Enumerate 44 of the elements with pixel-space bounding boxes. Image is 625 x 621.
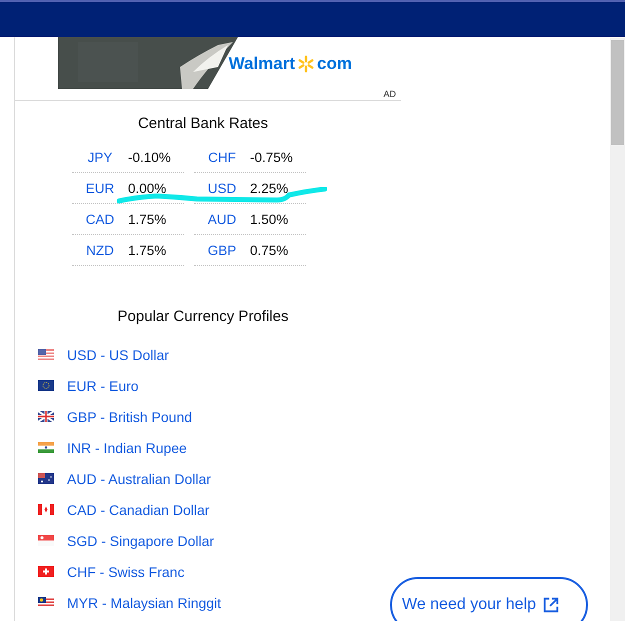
- currency-link[interactable]: CHF: [194, 150, 250, 164]
- currency-link[interactable]: NZD: [72, 242, 128, 258]
- ad-brand: Walmart: [228, 54, 296, 74]
- currency-profile-link[interactable]: SGD - Singapore Dollar: [67, 532, 214, 548]
- ad-banner[interactable]: Walmart com: [58, 37, 356, 89]
- scrollbar[interactable]: [610, 37, 625, 621]
- currency-link[interactable]: USD: [194, 180, 250, 196]
- currency-link[interactable]: CAD: [72, 212, 128, 226]
- rate-value: -0.75%: [250, 150, 293, 164]
- currency-profile-link[interactable]: INR - Indian Rupee: [67, 440, 187, 456]
- currency-profile-link[interactable]: USD - US Dollar: [67, 346, 169, 362]
- flag-icon: [38, 566, 54, 577]
- flag-icon: [38, 473, 54, 484]
- currency-link[interactable]: JPY: [72, 150, 128, 164]
- rate-value: 0.00%: [128, 180, 166, 196]
- spark-icon: [297, 55, 316, 73]
- ad-domain: com: [317, 54, 352, 74]
- rate-value: 2.25%: [250, 180, 288, 196]
- flag-icon: [38, 411, 54, 422]
- currency-link[interactable]: EUR: [72, 180, 128, 196]
- flag-icon: [38, 349, 54, 360]
- currency-profile-link[interactable]: CAD - Canadian Dollar: [67, 502, 210, 518]
- currency-link[interactable]: GBP: [194, 242, 250, 258]
- external-link-icon: [542, 596, 560, 614]
- flag-icon: [38, 380, 54, 391]
- currency-profile-link[interactable]: AUD - Australian Dollar: [67, 470, 211, 486]
- flag-icon: [38, 504, 54, 515]
- rate-value: 1.75%: [128, 212, 166, 226]
- currency-link[interactable]: AUD: [194, 212, 250, 226]
- currency-profile-link[interactable]: EUR - Euro: [67, 378, 139, 394]
- section-title: Popular Currency Profiles: [116, 308, 290, 325]
- help-button[interactable]: We need your help: [390, 577, 588, 621]
- rate-value: -0.10%: [128, 150, 171, 164]
- currency-profile-link[interactable]: GBP - British Pound: [67, 408, 192, 424]
- flag-icon: [38, 442, 54, 453]
- rate-value: 1.75%: [128, 242, 166, 258]
- ad-label: AD: [383, 89, 396, 99]
- currency-profile-link[interactable]: MYR - Malaysian Ringgit: [67, 594, 222, 610]
- rate-value: 0.75%: [250, 242, 288, 258]
- rate-value: 1.50%: [250, 212, 288, 226]
- flag-icon: [38, 597, 54, 608]
- currency-profile-link[interactable]: CHF - Swiss Franc: [67, 564, 184, 580]
- section-title: Central Bank Rates: [136, 115, 270, 132]
- scrollbar-thumb[interactable]: [611, 40, 624, 145]
